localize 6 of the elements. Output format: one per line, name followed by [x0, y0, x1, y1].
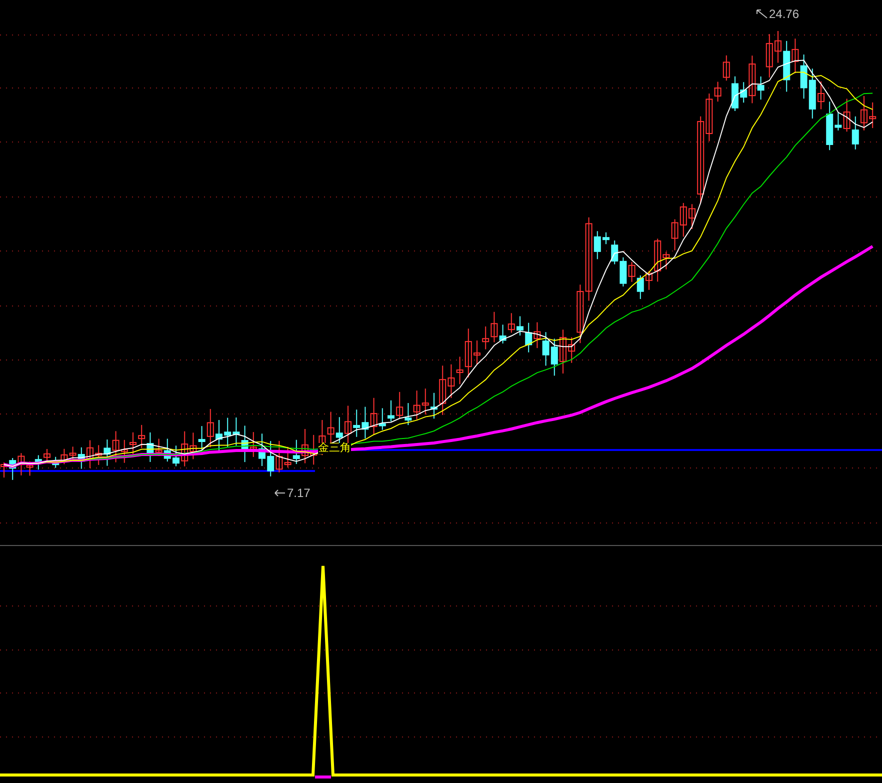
high-price-label: 24.76 — [769, 8, 800, 20]
left-arrow-icon — [274, 489, 286, 497]
pointer-arrow-icon — [756, 9, 768, 19]
indicator-bar — [315, 776, 331, 778]
low-price-label: 7.17 — [287, 487, 310, 499]
signal-label: 金三角 — [318, 443, 351, 454]
